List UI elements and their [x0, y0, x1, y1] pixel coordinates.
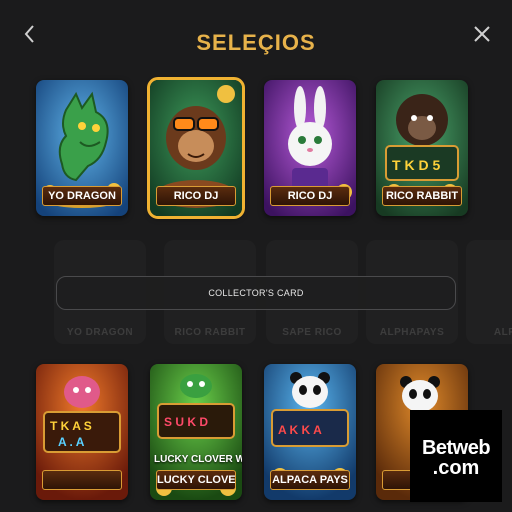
close-button[interactable] — [470, 22, 494, 46]
game-card-rico-dj-rabbit[interactable]: RICO DJ — [264, 80, 356, 216]
svg-text:A . A: A . A — [58, 435, 85, 449]
game-card-title-text: LUCKY CLOVER WILD — [154, 454, 242, 465]
svg-text:T K D 5: T K D 5 — [392, 157, 440, 173]
game-card-label: RICO DJ — [156, 186, 236, 206]
game-card-alpaca-pays[interactable]: A K K A ALPACA PAYS — [264, 364, 356, 500]
game-card-lucky-clover-wild[interactable]: S U K D LUCKY CLOVER WILD LUCKY CLOVER W… — [150, 364, 242, 500]
game-card-label: ALPACA PAYS — [270, 470, 350, 490]
ghost-label: SAPE RICO — [282, 327, 342, 338]
page-title: SELEÇIOS — [196, 30, 316, 55]
ghost-label: YO DRAGON — [66, 327, 134, 338]
close-icon — [474, 26, 490, 42]
game-card-label: RICO DJ — [270, 186, 350, 206]
game-card-yo-dragon[interactable]: YO DRAGON — [36, 80, 128, 216]
game-card-rico-rabbit[interactable]: T K D 5 RICO RABBIT — [376, 80, 468, 216]
game-card-label: LUCKY CLOVER WILD — [156, 470, 236, 490]
collectors-card-bar[interactable]: COLLECTOR'S CARD — [56, 276, 456, 310]
ghost-tile: ALPAC — [466, 240, 512, 344]
brand-text-line1: Betweb — [421, 437, 491, 459]
game-card-rico-dj[interactable]: RICO DJ — [147, 77, 245, 219]
game-card-dragon-slots[interactable]: T K A S A . A — [36, 364, 128, 500]
ghost-label: ALPAC — [493, 327, 512, 338]
brand-text-line2: .com — [432, 457, 480, 479]
svg-text:T K A S: T K A S — [50, 419, 92, 433]
ghost-label: RICO RABBIT — [174, 327, 246, 338]
svg-text:S U K D: S U K D — [164, 415, 208, 429]
game-card-label — [42, 470, 122, 490]
game-card-label: RICO RABBIT — [382, 186, 462, 206]
svg-text:A K K A: A K K A — [278, 423, 322, 437]
ghost-label: ALPHAPAYS — [379, 327, 445, 338]
betweb-logo: Betweb .com — [410, 410, 502, 502]
game-card-label: YO DRAGON — [42, 186, 122, 206]
